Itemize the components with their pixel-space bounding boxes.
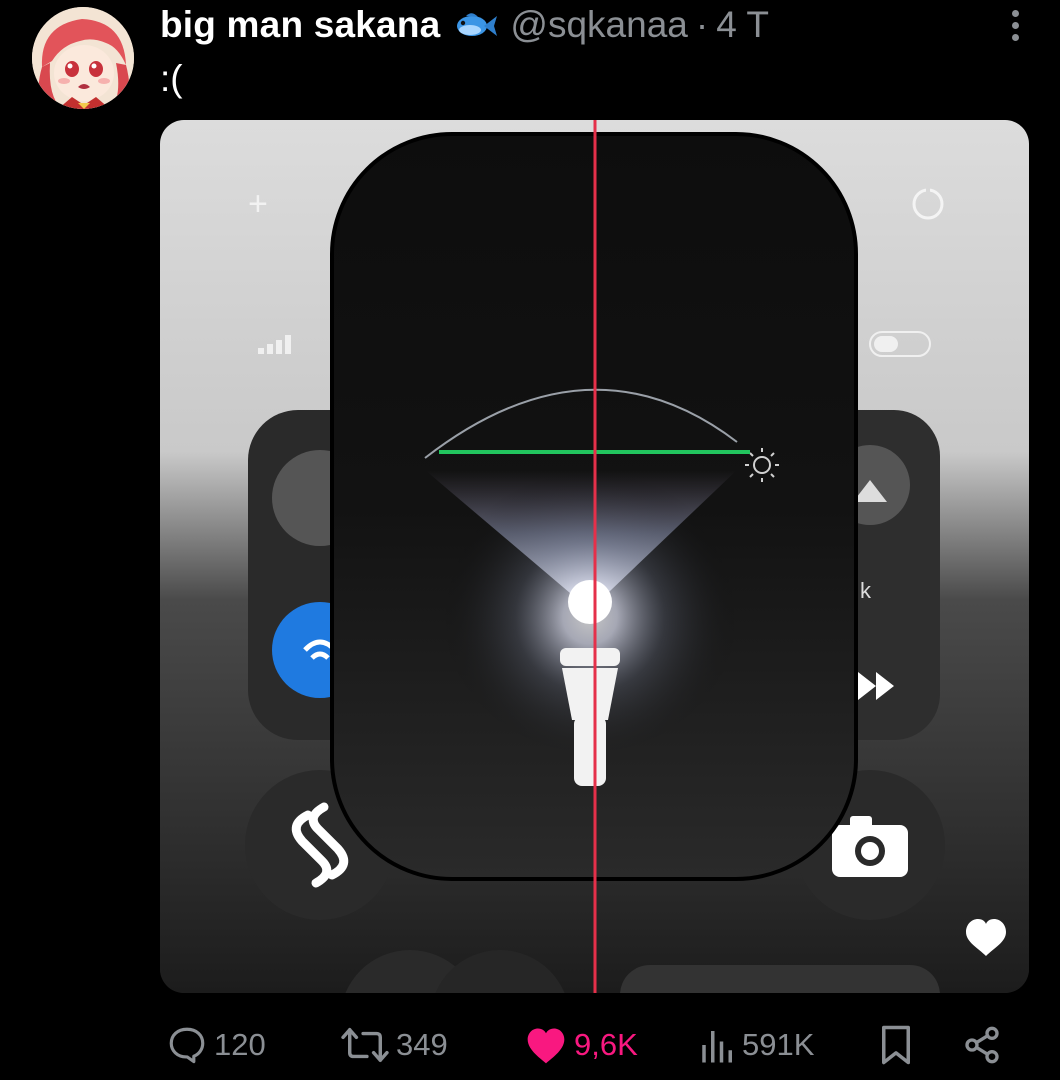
views-icon (702, 1031, 732, 1063)
retweet-button[interactable]: 349 (340, 1015, 448, 1075)
like-button[interactable]: 9,6K (524, 1015, 638, 1075)
views-button[interactable]: 591K (700, 1015, 814, 1075)
bookmark-button[interactable] (878, 1015, 914, 1075)
reply-icon (169, 1027, 205, 1064)
tweet-actions-bar: 120 349 9,6K 591K (0, 1015, 1060, 1075)
svg-text:+: + (248, 185, 268, 223)
tweet-text: :( (160, 58, 183, 99)
tweet-media-image[interactable]: + k (160, 120, 1029, 993)
views-count: 591K (742, 1027, 815, 1062)
retweet-count: 349 (396, 1027, 448, 1062)
reply-count: 120 (214, 1027, 266, 1062)
svg-text:k: k (860, 578, 872, 603)
avatar[interactable] (32, 7, 134, 109)
reply-button[interactable]: 120 (166, 1015, 266, 1075)
separator-dot: · (695, 4, 709, 45)
tweet-timestamp[interactable]: 4 T (716, 4, 769, 46)
share-icon (965, 1026, 999, 1064)
bookmark-icon (882, 1025, 910, 1065)
avatar-image (32, 7, 134, 109)
share-button[interactable] (962, 1015, 1002, 1075)
author-name[interactable]: big man sakana (160, 4, 440, 46)
media-picture: + k (160, 120, 1029, 993)
like-count: 9,6K (574, 1027, 638, 1062)
more-options-icon[interactable] (1008, 10, 1022, 46)
fish-emoji-icon (457, 13, 498, 36)
like-icon (527, 1028, 565, 1064)
author-handle[interactable]: @sqkanaa (510, 4, 687, 46)
tweet-header: big man sakana @sqkanaa · 4 T (160, 0, 769, 50)
retweet-icon (341, 1028, 389, 1062)
